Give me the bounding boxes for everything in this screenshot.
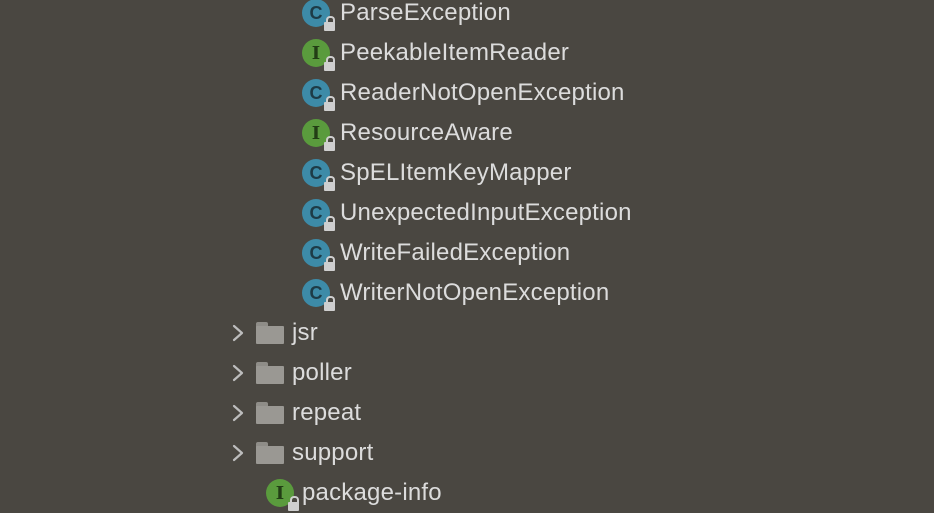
- tree-item-label: repeat: [292, 399, 362, 426]
- class-icon: C: [302, 239, 335, 271]
- tree-item-label: PeekableItemReader: [340, 39, 570, 66]
- tree-item-label: SpELItemKeyMapper: [340, 159, 572, 186]
- interface-icon: I: [302, 119, 335, 151]
- lock-icon: [324, 16, 335, 31]
- tree-item-unexpectedinputexception[interactable]: C UnexpectedInputException: [0, 193, 934, 233]
- folder-icon: [256, 322, 284, 344]
- lock-icon: [324, 216, 335, 231]
- tree-item-label: package-info: [302, 479, 442, 506]
- lock-icon: [324, 176, 335, 191]
- chevron-right-icon[interactable]: [226, 321, 250, 345]
- tree-item-resourceaware[interactable]: I ResourceAware: [0, 113, 934, 153]
- lock-icon: [324, 256, 335, 271]
- tree-item-peekableitemreader[interactable]: I PeekableItemReader: [0, 33, 934, 73]
- class-icon: C: [302, 279, 335, 311]
- chevron-right-icon[interactable]: [226, 361, 250, 385]
- tree-folder-poller[interactable]: poller: [0, 353, 934, 393]
- tree-item-label: jsr: [292, 319, 318, 346]
- interface-icon: I: [302, 39, 335, 71]
- tree-item-label: ParseException: [340, 0, 511, 26]
- tree-folder-jsr[interactable]: jsr: [0, 313, 934, 353]
- class-icon: C: [302, 79, 335, 111]
- tree-item-label: UnexpectedInputException: [340, 199, 632, 226]
- tree-item-parseexception[interactable]: C ParseException: [0, 0, 934, 33]
- tree-item-package-info[interactable]: I package-info: [0, 473, 934, 513]
- folder-icon: [256, 442, 284, 464]
- tree-item-label: ReaderNotOpenException: [340, 79, 625, 106]
- tree-item-spelitemkeymapper[interactable]: C SpELItemKeyMapper: [0, 153, 934, 193]
- tree-item-label: ResourceAware: [340, 119, 513, 146]
- tree-item-label: support: [292, 439, 374, 466]
- tree-item-writernotopenexception[interactable]: C WriterNotOpenException: [0, 273, 934, 313]
- lock-icon: [324, 56, 335, 71]
- tree-item-label: poller: [292, 359, 352, 386]
- folder-icon: [256, 362, 284, 384]
- lock-icon: [288, 496, 299, 511]
- tree-item-writefailedexception[interactable]: C WriteFailedException: [0, 233, 934, 273]
- tree-folder-repeat[interactable]: repeat: [0, 393, 934, 433]
- lock-icon: [324, 296, 335, 311]
- class-icon: C: [302, 0, 335, 31]
- chevron-right-icon[interactable]: [226, 401, 250, 425]
- tree-item-readernotopenexception[interactable]: C ReaderNotOpenException: [0, 73, 934, 113]
- class-icon: C: [302, 199, 335, 231]
- tree-item-label: WriteFailedException: [340, 239, 571, 266]
- tree-item-label: WriterNotOpenException: [340, 279, 610, 306]
- interface-icon: I: [266, 479, 299, 511]
- chevron-right-icon[interactable]: [226, 441, 250, 465]
- class-icon: C: [302, 159, 335, 191]
- folder-icon: [256, 402, 284, 424]
- project-tree: C ParseException I PeekableItemReader C …: [0, 0, 934, 511]
- lock-icon: [324, 96, 335, 111]
- tree-folder-support[interactable]: support: [0, 433, 934, 473]
- lock-icon: [324, 136, 335, 151]
